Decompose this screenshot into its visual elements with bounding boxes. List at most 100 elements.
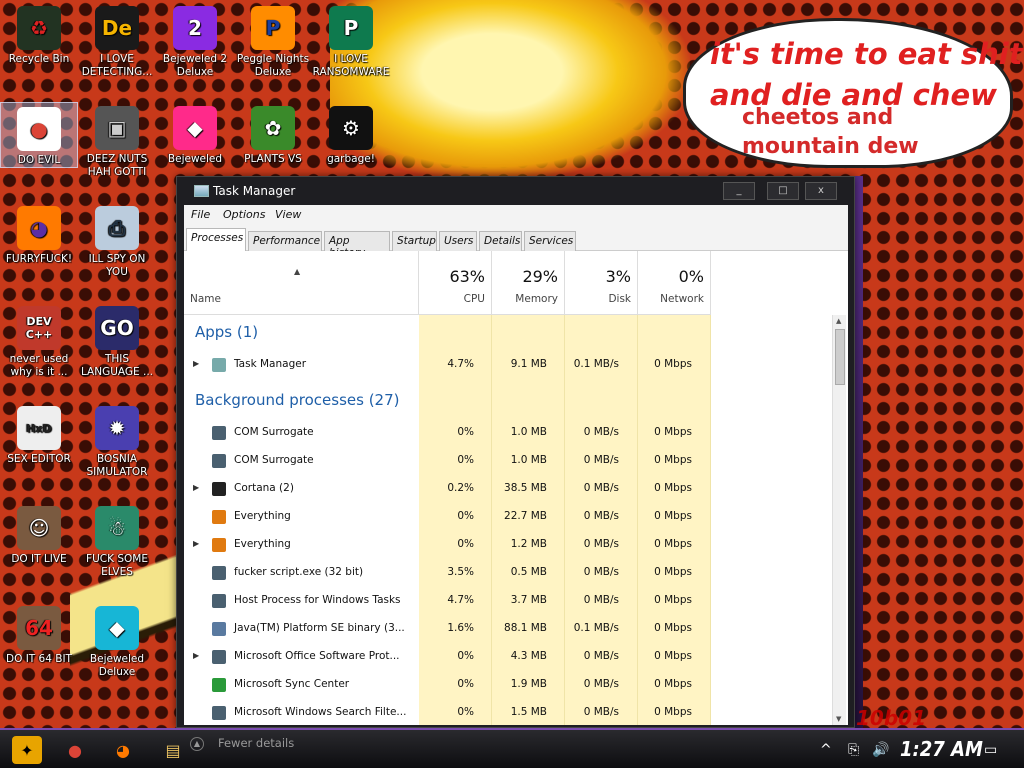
desktop-icon[interactable]: P Peggle Nights Deluxe (234, 2, 312, 79)
process-row[interactable]: Microsoft Windows Search Filte... 0% 1.5 M… (184, 699, 829, 725)
desktop-icon[interactable]: ☺ DO IT LIVE (0, 502, 78, 566)
process-name: Cortana (2) (234, 482, 294, 494)
fewer-details-bar[interactable]: ▲ Fewer details (176, 730, 766, 756)
expand-arrow-icon[interactable]: ▶ (193, 651, 199, 660)
process-network: 0 Mbps (654, 706, 692, 718)
fewer-details-link[interactable]: Fewer details (218, 736, 294, 750)
chrome-taskbar-icon[interactable]: ● (60, 736, 90, 764)
process-network: 0 Mbps (654, 482, 692, 494)
notification-icon[interactable]: ▭ (984, 742, 997, 758)
process-network: 0 Mbps (654, 650, 692, 662)
volume-icon[interactable]: 🔊 (872, 742, 889, 758)
process-row[interactable]: ▶ Everything 0% 1.2 MB 0 MB/s 0 Mbps (184, 531, 829, 559)
tab-users[interactable]: Users (439, 231, 477, 251)
tab-details[interactable]: Details (479, 231, 522, 251)
process-icon (212, 678, 226, 692)
process-row[interactable]: ▶ Microsoft Office Software Prot... 0% 4.3 … (184, 643, 829, 671)
vertical-scrollbar[interactable]: ▲ ▼ (832, 315, 846, 725)
process-memory: 1.0 MB (510, 426, 547, 438)
process-memory: 1.0 MB (510, 454, 547, 466)
disk-column-label: Disk (608, 293, 631, 305)
start-button[interactable]: ✦ (12, 736, 42, 764)
desktop-icon-label: ILL SPY ON YOU (88, 253, 146, 278)
desktop-icon-label: Bejeweled 2 Deluxe (162, 53, 228, 78)
desktop-icon[interactable]: 2 Bejeweled 2 Deluxe (156, 2, 234, 79)
desktop-icon[interactable]: ⎙ ILL SPY ON YOU (78, 202, 156, 279)
tab-processes[interactable]: Processes (186, 228, 246, 251)
chevron-up-circle-icon: ▲ (190, 737, 204, 751)
scroll-up-arrow-icon[interactable]: ▲ (836, 317, 841, 325)
process-disk: 0 MB/s (583, 426, 619, 438)
firefox-taskbar-icon[interactable]: ◕ (108, 736, 138, 764)
expand-arrow-icon[interactable]: ▶ (193, 359, 199, 368)
desktop-icon[interactable]: ◆ Bejeweled (156, 102, 234, 166)
process-disk: 0 MB/s (583, 566, 619, 578)
process-row[interactable]: fucker script.exe (32 bit) 3.5% 0.5 MB 0 MB… (184, 559, 829, 587)
desktop-icon[interactable]: DEV C++ never used why is it ... (0, 302, 78, 379)
expand-arrow-icon[interactable]: ▶ (193, 539, 199, 548)
minimize-button[interactable]: _ (723, 182, 755, 200)
network-icon[interactable]: ⎘ (848, 742, 859, 758)
process-icon (212, 454, 226, 468)
process-icon (212, 706, 226, 720)
desktop-icon[interactable]: ✹ BOSNIA SIMULATOR (78, 402, 156, 479)
process-icon (212, 538, 226, 552)
desktop-icon[interactable]: ◆ Bejeweled Deluxe (78, 602, 156, 679)
menu-options[interactable]: Options (223, 208, 265, 221)
desktop-icon[interactable]: ☃ FUCK SOME ELVES (78, 502, 156, 579)
process-cpu: 0% (457, 650, 474, 662)
desktop-icon[interactable]: De I LOVE DETECTING... (78, 2, 156, 79)
desktop-icon-label: I LOVE RANSOMWARE (312, 53, 390, 78)
tab-strip: Processes Performance App history Startu… (184, 225, 848, 259)
process-row[interactable]: ▶ Cortana (2) 0.2% 38.5 MB 0 MB/s 0 Mbps (184, 475, 829, 503)
close-button[interactable]: x (805, 182, 837, 200)
process-cpu: 4.7% (447, 358, 474, 370)
desktop-icon[interactable]: ⚙ garbage! (312, 102, 390, 166)
menu-file[interactable]: File (191, 208, 210, 221)
column-header-cpu[interactable]: 63% CPU (419, 251, 492, 315)
tab-app-history[interactable]: App history (324, 231, 390, 259)
expand-arrow-icon[interactable]: ▶ (193, 483, 199, 492)
process-row[interactable]: COM Surrogate 0% 1.0 MB 0 MB/s 0 Mbps (184, 419, 829, 447)
tab-services[interactable]: Services (524, 231, 576, 251)
title-bar[interactable]: Task Manager _ □ x (177, 177, 854, 205)
group-header-apps: Apps (1) (195, 323, 259, 341)
desktop-icon[interactable]: HxD SEX EDITOR (0, 402, 78, 466)
taskbar-clock[interactable]: 1:27 AM (900, 737, 983, 761)
process-row[interactable]: ▶ Task Manager 4.7% 9.1 MB 0.1 MB/s 0 Mbps (184, 351, 829, 379)
menu-view[interactable]: View (275, 208, 301, 221)
process-disk: 0 MB/s (583, 538, 619, 550)
maximize-button[interactable]: □ (767, 182, 799, 200)
process-row[interactable]: Host Process for Windows Tasks 4.7% 3.7 MB… (184, 587, 829, 615)
process-cpu: 0% (457, 678, 474, 690)
desktop-icon[interactable]: ● DO EVIL (0, 102, 78, 168)
column-header-disk[interactable]: 3% Disk (565, 251, 638, 315)
column-header-memory[interactable]: 29% Memory (492, 251, 565, 315)
process-cpu: 4.7% (447, 594, 474, 606)
process-name: Java(TM) Platform SE binary (3... (234, 622, 405, 634)
process-row[interactable]: Everything 0% 22.7 MB 0 MB/s 0 Mbps (184, 503, 829, 531)
tab-startup[interactable]: Startup (392, 231, 437, 251)
task-manager-body: File Options View Processes Performance … (184, 205, 848, 725)
process-memory: 9.1 MB (510, 358, 547, 370)
desktop-icon[interactable]: ✿ PLANTS VS (234, 102, 312, 166)
process-row[interactable]: COM Surrogate 0% 1.0 MB 0 MB/s 0 Mbps (184, 447, 829, 475)
desktop-icon[interactable]: GO THIS LANGUAGE ... (78, 302, 156, 379)
desktop-icon[interactable]: P I LOVE RANSOMWARE (312, 2, 390, 79)
desktop-app-icon: ▣ (95, 106, 139, 150)
process-disk: 0.1 MB/s (573, 358, 619, 370)
process-name: Everything (234, 538, 291, 550)
chevron-up-icon[interactable]: ^ (820, 742, 832, 758)
scroll-down-arrow-icon[interactable]: ▼ (836, 715, 841, 723)
column-header-network[interactable]: 0% Network (638, 251, 711, 315)
desktop-icon[interactable]: ◕ FURRYFUCK! (0, 202, 78, 266)
desktop-icon[interactable]: ♻ Recycle Bin (0, 2, 78, 66)
scrollbar-thumb[interactable] (835, 329, 845, 385)
process-row[interactable]: Microsoft Sync Center 0% 1.9 MB 0 MB/s 0 Mbp… (184, 671, 829, 699)
tab-performance[interactable]: Performance (248, 231, 322, 251)
desktop-icon[interactable]: ▣ DEEZ NUTS HAH GOTTI (78, 102, 156, 179)
process-disk: 0 MB/s (583, 482, 619, 494)
process-row[interactable]: Java(TM) Platform SE binary (3... 1.6% 88.… (184, 615, 829, 643)
column-header-name[interactable]: ▲ Name (184, 251, 419, 315)
desktop-icon[interactable]: 64 DO IT 64 BIT (0, 602, 78, 666)
